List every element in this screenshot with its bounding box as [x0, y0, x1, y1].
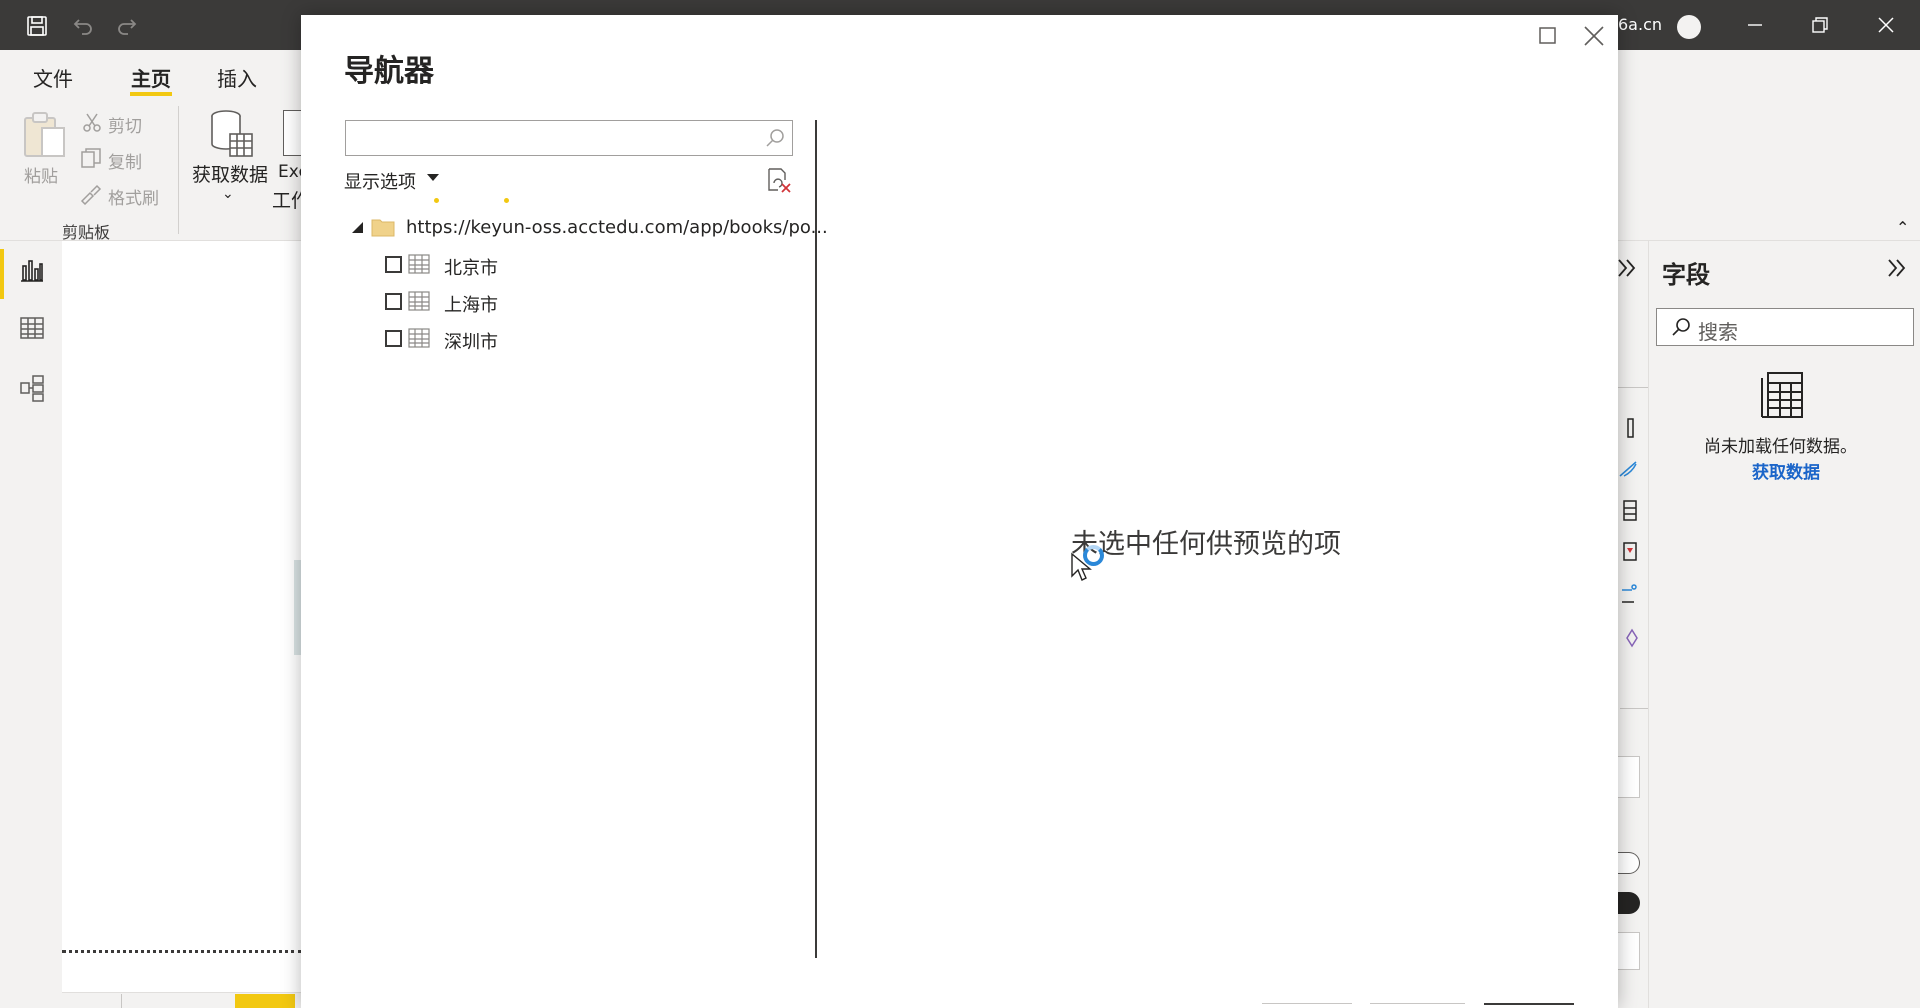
- signed-in-user: 6a.cn: [1618, 15, 1663, 34]
- redo-icon[interactable]: [114, 13, 140, 39]
- paste-button-label[interactable]: 粘贴: [24, 162, 58, 187]
- table-icon: [408, 327, 430, 349]
- search-icon[interactable]: [764, 124, 790, 152]
- undo-icon[interactable]: [70, 13, 96, 39]
- dialog-close-icon[interactable]: [1581, 23, 1607, 49]
- fields-search-input[interactable]: [1656, 308, 1914, 346]
- table-icon: [1758, 370, 1810, 422]
- report-view-icon[interactable]: [18, 256, 46, 284]
- get-data-button[interactable]: 获取数据: [192, 160, 268, 187]
- clipboard-group-label: 剪贴板: [62, 223, 111, 242]
- navigator-dialog: [301, 15, 1618, 1008]
- display-options-dropdown[interactable]: 显示选项: [344, 168, 416, 194]
- tree-item-label[interactable]: 深圳市: [444, 328, 498, 354]
- tab-file[interactable]: 文件: [33, 63, 73, 92]
- pane-splitter[interactable]: [815, 120, 817, 958]
- copy-icon[interactable]: [80, 147, 102, 169]
- ribbon-collapse-icon[interactable]: ⌃: [1896, 218, 1909, 237]
- caret-down-icon[interactable]: [427, 174, 439, 181]
- minimize-icon[interactable]: [1740, 10, 1770, 40]
- dialog-footer-button[interactable]: [1370, 1003, 1465, 1008]
- format-painter-icon[interactable]: [78, 183, 102, 206]
- dialog-title: 导航器: [344, 54, 434, 89]
- active-view-indicator: [0, 249, 4, 299]
- source-url-node[interactable]: https://keyun-oss.acctedu.com/app/books/…: [406, 217, 828, 238]
- search-icon: [1670, 316, 1692, 338]
- viz-divider: [1620, 708, 1648, 709]
- checkbox-item-1[interactable]: [385, 293, 402, 310]
- model-view-icon[interactable]: [18, 374, 46, 402]
- save-icon[interactable]: [24, 13, 50, 39]
- get-data-icon[interactable]: [210, 110, 254, 158]
- dialog-footer-button[interactable]: [1262, 1003, 1352, 1008]
- excel-workbook-icon[interactable]: [283, 110, 303, 156]
- fields-pane: [1648, 241, 1920, 1008]
- folder-icon: [371, 216, 395, 238]
- table-icon: [408, 290, 430, 312]
- page-tab-active[interactable]: [235, 994, 295, 1008]
- restore-icon[interactable]: [1805, 10, 1835, 40]
- canvas-page-boundary: [62, 950, 302, 953]
- format-painter-button[interactable]: 格式刷: [108, 184, 159, 209]
- loading-dot: [504, 198, 509, 203]
- checkbox-item-2[interactable]: [385, 330, 402, 347]
- fields-get-data-link[interactable]: 获取数据: [1752, 458, 1820, 483]
- checkbox-item-0[interactable]: [385, 256, 402, 273]
- cut-icon[interactable]: [82, 112, 102, 132]
- refresh-icon[interactable]: [766, 166, 792, 194]
- chevron-double-right-icon[interactable]: [1884, 255, 1910, 281]
- copy-button[interactable]: 复制: [108, 148, 142, 173]
- fields-empty-message: 尚未加载任何数据。: [1704, 437, 1857, 457]
- tab-home[interactable]: 主页: [131, 63, 171, 92]
- table-icon: [408, 253, 430, 275]
- tree-expanded-caret-icon[interactable]: [352, 222, 363, 233]
- viz-field-well[interactable]: [1618, 932, 1640, 970]
- dialog-footer-button-primary[interactable]: [1484, 1003, 1574, 1008]
- fields-search-placeholder: 搜索: [1698, 320, 1738, 344]
- report-canvas[interactable]: [62, 241, 302, 1008]
- view-rail: [0, 241, 62, 1008]
- ribbon-separator: [178, 106, 179, 234]
- tree-item-label[interactable]: 上海市: [444, 291, 498, 317]
- chevron-down-icon[interactable]: ⌄: [222, 186, 234, 202]
- fields-pane-title: 字段: [1662, 261, 1710, 289]
- avatar[interactable]: [1677, 15, 1701, 39]
- viz-divider: [1618, 387, 1648, 388]
- maximize-icon[interactable]: [1537, 25, 1559, 47]
- data-view-icon[interactable]: [18, 314, 46, 342]
- navigator-search-input[interactable]: [345, 120, 793, 156]
- preview-empty-message: 未选中任何供预览的项: [1071, 529, 1341, 560]
- tree-item-label[interactable]: 北京市: [444, 254, 498, 280]
- tab-home-underline: [130, 92, 172, 96]
- busy-ring-icon: [1083, 545, 1104, 566]
- tab-insert[interactable]: 插入: [217, 63, 257, 92]
- loading-dot: [434, 198, 439, 203]
- viz-field-well[interactable]: [1618, 756, 1640, 798]
- paste-icon[interactable]: [22, 110, 66, 160]
- close-icon[interactable]: [1871, 10, 1901, 40]
- page-tab-separator: [121, 994, 122, 1008]
- cut-button[interactable]: 剪切: [108, 112, 142, 137]
- viz-toggle-on[interactable]: [1618, 892, 1640, 914]
- viz-toggle-off[interactable]: [1618, 852, 1640, 874]
